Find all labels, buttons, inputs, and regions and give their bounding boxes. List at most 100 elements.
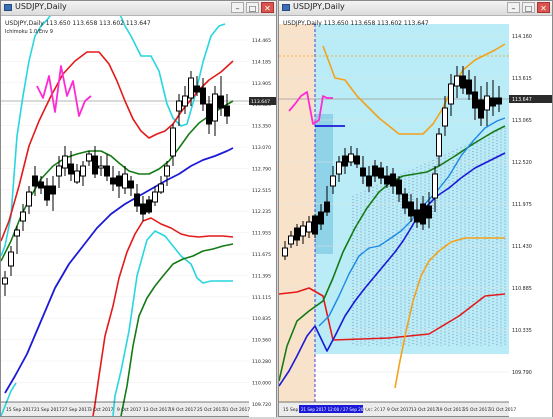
maximize-icon[interactable]: □ [246,2,259,13]
date-axis-label: 27 Sep 2017 [62,407,90,413]
bullish-candle [98,165,104,169]
bearish-candle [342,155,348,167]
highlight-zone-peach [279,24,315,402]
bearish-candle [378,167,384,179]
bearish-candle [390,173,396,187]
bearish-candle [318,211,324,225]
price-scale-label: 111.115 [252,295,271,301]
price-scale-label: 112.520 [512,160,532,166]
bullish-candle [288,235,294,245]
price-scale-label: 112.515 [252,188,271,194]
price-chart-left[interactable]: 114.465114.185113.905113.625113.350113.0… [1,16,276,417]
price-scale-label: 114.465 [252,38,271,44]
price-scale-label: 110.835 [252,316,271,322]
bearish-candle [478,99,484,119]
bearish-candle [116,175,122,187]
bullish-candle [448,83,454,105]
chart-window-right[interactable]: USDJPY,Daily – □ ✕ 114.160 113.615 113.065… [278,0,553,417]
price-chart-right[interactable]: 114.160 113.615 113.065 112.520 111.975 111.4… [279,16,552,417]
bullish-candle [80,165,86,177]
bearish-candle [92,155,98,175]
date-axis-label: 9 Oct 2017 [387,407,412,413]
price-scale [249,16,276,417]
bullish-candle [74,170,80,183]
close-icon[interactable]: ✕ [261,2,274,13]
bearish-candle [366,175,372,187]
date-axis-label: 3 Oct 2017 [89,407,114,413]
minimize-icon[interactable]: – [507,2,520,13]
bullish-candle [212,93,218,122]
maximize-icon[interactable]: □ [522,2,535,13]
indicator-label: Ichimoku 1.0/Env 9 [5,29,53,35]
chart-window-icon [4,4,12,11]
window-titlebar[interactable]: USDJPY,Daily – □ ✕ [1,1,276,16]
bearish-candle [32,175,38,187]
bearish-candle [354,155,360,165]
bearish-candle [372,165,378,177]
bullish-candle [62,155,68,169]
window-titlebar[interactable]: USDJPY,Daily – □ ✕ [279,1,552,16]
window-title: USDJPY,Daily [15,2,67,11]
bullish-candle [442,107,448,127]
bullish-candle [306,221,312,233]
bearish-candle [44,185,50,201]
date-axis-label: 25 Oct 2017 [197,407,224,413]
price-scale-label: 111.395 [252,273,271,279]
price-scale-label: 111.975 [512,202,532,208]
price-scale-label: 113.070 [252,145,271,151]
bearish-candle [420,203,426,225]
date-axis-label: 25 Oct 2017 [463,407,490,413]
chart-header: USDJPY,Daily 113.650 113.658 113.602 113… [283,20,429,27]
price-scale-label: 113.615 [512,76,532,82]
bullish-candle [26,191,32,207]
date-axis-label: 19 Oct 2017 [437,407,464,413]
price-scale-label: 114.160 [512,34,532,40]
bearish-candle [466,79,472,95]
price-scale-label: 114.185 [252,59,271,65]
bullish-candle [330,175,336,187]
window-title: USDJPY,Daily [293,2,345,11]
close-icon[interactable]: ✕ [537,2,550,13]
chart-window-left[interactable]: USDJPY,Daily – □ ✕ 114.465 114.185 113.905… [0,0,277,417]
date-axis-label: 21 Sep 2017 [34,407,62,413]
bullish-candle [336,161,342,175]
bullish-candle [164,165,170,177]
price-scale-label: 111.955 [252,231,271,237]
price-scale-label: 113.065 [512,118,532,124]
price-scale-label: 109.720 [252,402,271,408]
bullish-candle [14,229,20,237]
bearish-candle [194,85,200,93]
bearish-candle [38,181,44,189]
bearish-candle [134,193,140,207]
bearish-candle [402,193,408,209]
bullish-candle [176,100,182,112]
price-scale-label: 110.335 [512,328,532,334]
bearish-candle [460,75,466,89]
date-axis-label: 13 Oct 2017 [411,407,438,413]
bullish-candle [454,75,460,87]
date-axis-label: 13 Oct 2017 [143,407,170,413]
bullish-candle [2,277,8,285]
bullish-candle [152,191,158,203]
bullish-candle [170,127,176,157]
price-scale-label: 112.790 [252,166,271,172]
date-axis-label: 15 Sep 2017 [6,407,34,413]
minimize-icon[interactable]: – [231,2,244,13]
bullish-candle [56,165,62,177]
bearish-candle [496,97,502,105]
price-scale-label: 110.280 [252,359,271,365]
date-highlight-label: 21 Sep 2017 12:00 / 27 Sep 2017 00:00 [301,407,382,412]
bullish-candle [432,173,438,199]
price-scale-label: 110.000 [252,380,271,386]
date-axis-label: 31 Oct 2017 [489,407,516,413]
current-price-label: 113.647 [512,97,532,103]
bullish-candle [282,247,288,257]
date-axis-label: 9 Oct 2017 [117,407,142,413]
bearish-candle [408,201,414,217]
bullish-candle [20,211,26,222]
bearish-candle [360,167,366,177]
bearish-candle [50,185,56,195]
bullish-candle [436,133,442,157]
bearish-candle [104,165,110,177]
plot-area [1,16,249,402]
